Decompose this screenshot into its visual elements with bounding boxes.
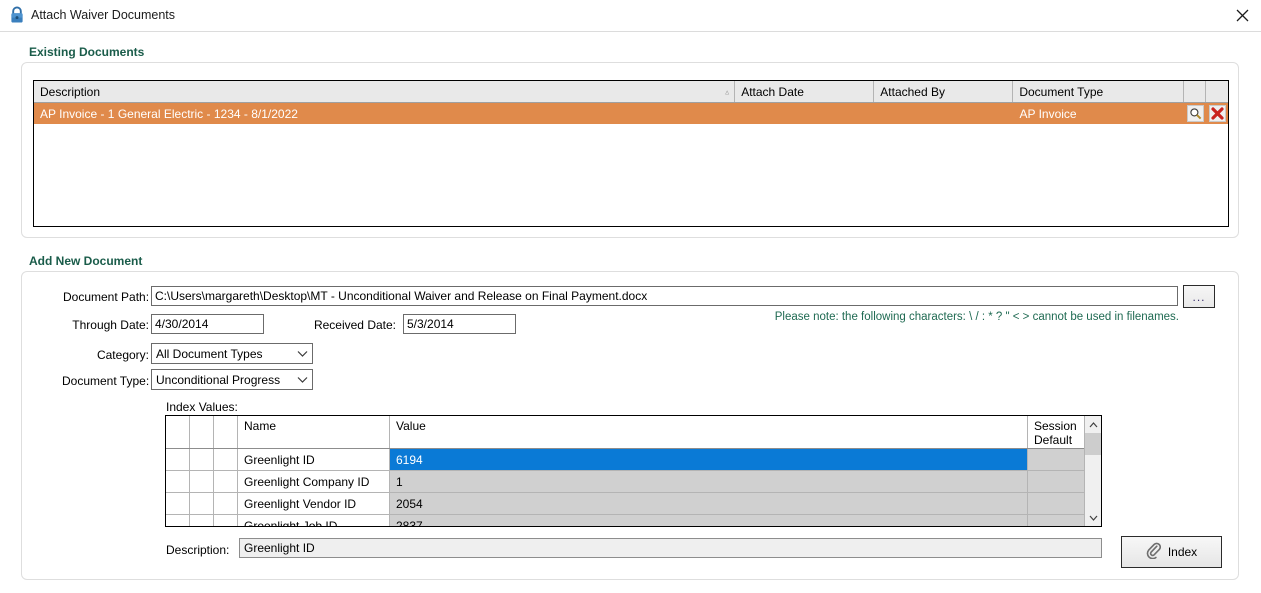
index-session-default-cell[interactable] xyxy=(1028,515,1084,526)
lock-icon xyxy=(9,6,25,24)
index-column-header-selector[interactable] xyxy=(166,416,190,448)
table-row[interactable]: Greenlight ID 6194 xyxy=(166,449,1084,471)
column-header-attach-date[interactable]: Attach Date xyxy=(735,81,875,102)
index-value-cell[interactable]: 2837 xyxy=(390,515,1028,526)
window-title: Attach Waiver Documents xyxy=(31,8,176,22)
session-default-line-1: Session xyxy=(1034,419,1077,433)
column-header-description-label: Description xyxy=(40,84,101,99)
through-date-label: Through Date: xyxy=(72,318,149,332)
delete-x-icon xyxy=(1208,105,1226,122)
index-column-header-value-label: Value xyxy=(396,419,426,433)
row-selector-cell[interactable] xyxy=(166,449,190,471)
table-row[interactable]: AP Invoice - 1 General Electric - 1234 -… xyxy=(34,103,1228,124)
row-blank-cell-1[interactable] xyxy=(190,449,214,471)
magnifier-icon xyxy=(1186,105,1204,122)
table-row[interactable]: Greenlight Company ID 1 xyxy=(166,471,1084,493)
category-label: Category: xyxy=(96,348,149,362)
index-values-grid[interactable]: Name Value Session Default Greenlight ID… xyxy=(165,415,1102,527)
description-input[interactable]: Greenlight ID xyxy=(239,538,1102,558)
paperclip-icon xyxy=(1146,542,1161,562)
index-column-header-value[interactable]: Value xyxy=(390,416,1028,448)
column-header-document-type[interactable]: Document Type xyxy=(1013,81,1185,102)
index-values-scrollbar[interactable] xyxy=(1084,416,1101,526)
row-blank-cell-1[interactable] xyxy=(190,515,214,526)
session-default-line-2: Default xyxy=(1034,433,1073,447)
table-row[interactable]: Greenlight Vendor ID 2054 xyxy=(166,493,1084,515)
chevron-up-icon[interactable] xyxy=(1085,416,1101,433)
category-select[interactable]: All Document Types xyxy=(151,343,313,364)
index-session-default-cell[interactable] xyxy=(1028,449,1084,471)
through-date-input[interactable]: 4/30/2014 xyxy=(151,314,264,334)
received-date-input[interactable]: 5/3/2014 xyxy=(403,314,516,334)
existing-documents-empty-area[interactable] xyxy=(34,124,1228,226)
row-blank-cell-2[interactable] xyxy=(214,471,238,493)
chevron-down-icon xyxy=(292,350,312,358)
row-blank-cell-1[interactable] xyxy=(190,471,214,493)
view-document-button[interactable] xyxy=(1184,103,1206,124)
index-name-cell[interactable]: Greenlight Job ID xyxy=(238,515,390,526)
column-header-document-type-label: Document Type xyxy=(1019,84,1104,99)
index-button-label: Index xyxy=(1167,545,1198,559)
row-selector-cell[interactable] xyxy=(166,515,190,526)
index-values-label: Index Values: xyxy=(166,400,238,414)
index-column-header-session-default[interactable]: Session Default xyxy=(1028,416,1084,448)
index-value-cell[interactable]: 2054 xyxy=(390,493,1028,515)
description-label: Description: xyxy=(166,543,230,557)
close-button[interactable] xyxy=(1223,0,1261,30)
received-date-label: Received Date: xyxy=(313,318,396,332)
existing-documents-grid[interactable]: Description ▵ Attach Date Attached By Do… xyxy=(33,80,1229,227)
column-header-attach-date-label: Attach Date xyxy=(741,84,804,99)
row-selector-cell[interactable] xyxy=(166,471,190,493)
scrollbar-thumb[interactable] xyxy=(1085,433,1101,455)
index-column-header-blank-1[interactable] xyxy=(190,416,214,448)
document-type-label: Document Type: xyxy=(62,374,150,388)
filename-restriction-note: Please note: the following characters: \… xyxy=(774,311,1179,323)
row-blank-cell-1[interactable] xyxy=(190,493,214,515)
row-blank-cell-2[interactable] xyxy=(214,449,238,471)
index-value-cell[interactable]: 1 xyxy=(390,471,1028,493)
index-session-default-cell[interactable] xyxy=(1028,471,1084,493)
cell-document-type: AP Invoice xyxy=(1019,106,1077,121)
cell-description: AP Invoice - 1 General Electric - 1234 -… xyxy=(40,106,298,121)
index-column-header-name[interactable]: Name xyxy=(238,416,390,448)
column-header-attached-by[interactable]: Attached By xyxy=(874,81,1014,102)
document-type-value: Unconditional Progress xyxy=(156,372,281,387)
sort-ascending-icon: ▵ xyxy=(725,87,730,96)
document-path-input[interactable]: C:\Users\margareth\Desktop\MT - Uncondit… xyxy=(151,286,1178,306)
chevron-down-icon[interactable] xyxy=(1085,509,1101,526)
column-header-delete[interactable] xyxy=(1206,81,1228,102)
row-selector-cell[interactable] xyxy=(166,493,190,515)
category-value: All Document Types xyxy=(156,346,263,361)
index-column-header-blank-2[interactable] xyxy=(214,416,238,448)
chevron-down-icon xyxy=(292,376,312,384)
browse-button[interactable]: ... xyxy=(1183,285,1215,308)
index-name-cell[interactable]: Greenlight ID xyxy=(238,449,390,471)
index-session-default-cell[interactable] xyxy=(1028,493,1084,515)
row-blank-cell-2[interactable] xyxy=(214,515,238,526)
cell-attached-by xyxy=(874,103,1013,124)
index-values-header-row: Name Value Session Default xyxy=(166,416,1084,449)
close-icon xyxy=(1236,9,1249,22)
column-header-view[interactable] xyxy=(1184,81,1207,102)
index-value-cell[interactable]: 6194 xyxy=(390,449,1028,471)
cell-attach-date xyxy=(735,103,874,124)
table-row[interactable]: Greenlight Job ID 2837 xyxy=(166,515,1084,526)
index-button[interactable]: Index xyxy=(1121,536,1222,568)
index-values-grid-body: Name Value Session Default Greenlight ID… xyxy=(166,416,1084,526)
existing-documents-header-row: Description ▵ Attach Date Attached By Do… xyxy=(34,81,1228,103)
row-blank-cell-2[interactable] xyxy=(214,493,238,515)
add-new-document-caption: Add New Document xyxy=(29,254,143,268)
document-type-select[interactable]: Unconditional Progress xyxy=(151,369,313,390)
column-header-description[interactable]: Description ▵ xyxy=(34,81,736,102)
title-bar: Attach Waiver Documents xyxy=(0,0,1261,32)
delete-document-button[interactable] xyxy=(1206,103,1228,124)
column-header-attached-by-label: Attached By xyxy=(880,84,945,99)
index-name-cell[interactable]: Greenlight Company ID xyxy=(238,471,390,493)
existing-documents-caption: Existing Documents xyxy=(29,45,145,59)
document-path-label: Document Path: xyxy=(63,290,150,304)
index-column-header-name-label: Name xyxy=(244,419,277,433)
index-name-cell[interactable]: Greenlight Vendor ID xyxy=(238,493,390,515)
